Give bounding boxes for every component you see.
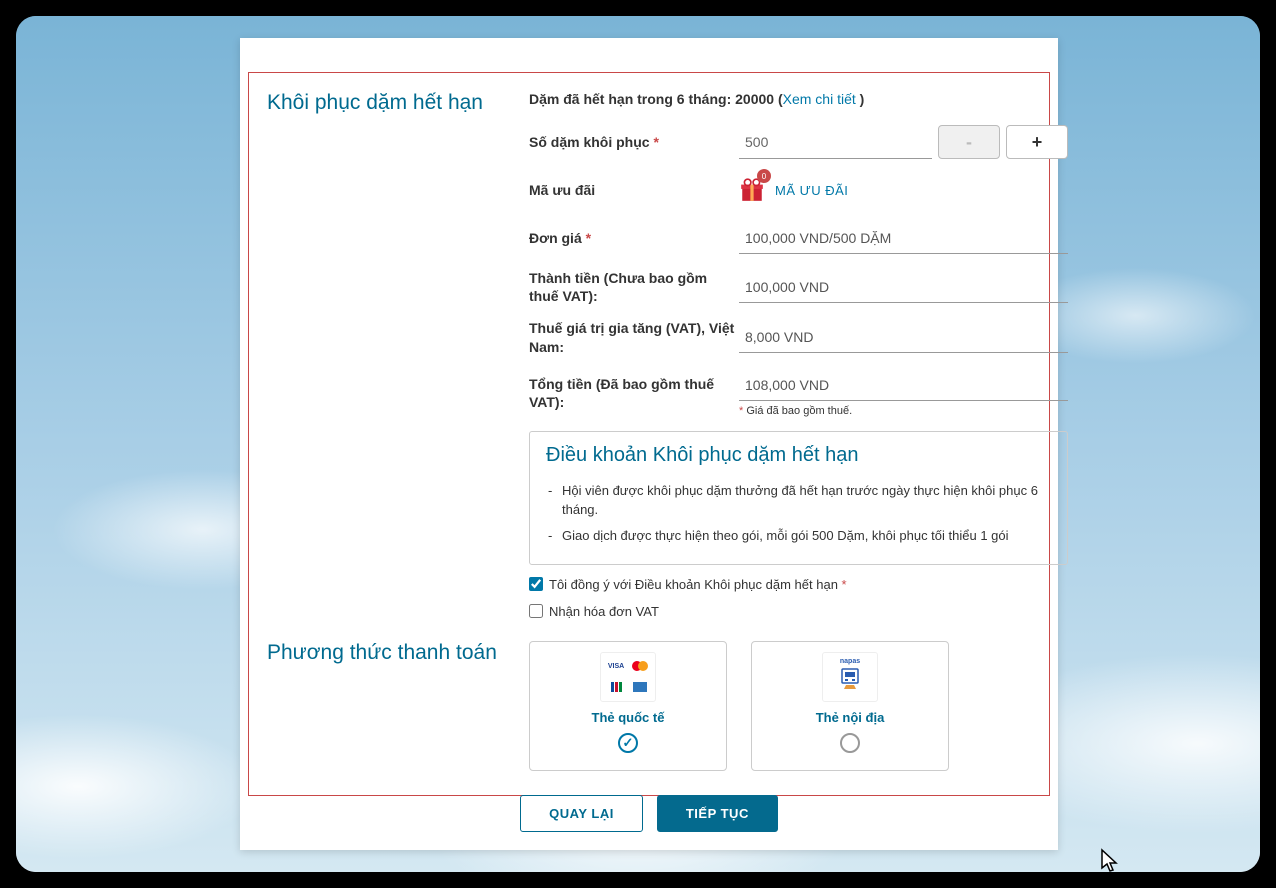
form-container: Khôi phục dặm hết hạn Dặm đã hết hạn tro… [248, 72, 1050, 796]
unit-price-label: Đơn giá * [529, 229, 739, 247]
section-title: Khôi phục dặm hết hạn [267, 91, 517, 115]
back-button[interactable]: QUAY LẠI [520, 795, 643, 832]
payment-option-domestic[interactable]: napas Thẻ nội địa [751, 641, 949, 771]
vat-value: 8,000 VND [739, 322, 1068, 353]
card-logos-icon: VISA [600, 652, 656, 702]
agree-label: Tôi đồng ý với Điều khoản Khôi phục dặm … [549, 577, 847, 592]
vat-invoice-checkbox[interactable] [529, 604, 543, 618]
detail-link[interactable]: Xem chi tiết [783, 91, 856, 107]
radio-unchecked-icon [840, 733, 860, 753]
terms-box: Điều khoản Khôi phục dặm hết hạn Hội viê… [529, 431, 1068, 565]
expired-miles-header: Dặm đã hết hạn trong 6 tháng: 20000 (Xem… [529, 91, 1068, 107]
price-note: * Giá đã bao gồm thuế. [739, 405, 1068, 417]
quantity-label: Số dặm khôi phục * [529, 133, 739, 151]
quantity-input[interactable] [739, 125, 932, 159]
promo-label: Mã ưu đãi [529, 181, 739, 199]
terms-item: Giao dịch được thực hiện theo gói, mỗi g… [562, 526, 1051, 546]
terms-title: Điều khoản Khôi phục dặm hết hạn [546, 444, 1051, 467]
agree-checkbox[interactable] [529, 577, 543, 591]
vat-label: Thuế giá trị gia tăng (VAT), Việt Nam: [529, 319, 739, 355]
terms-item: Hội viên được khôi phục dặm thưởng đã hế… [562, 481, 1051, 520]
promo-code-link[interactable]: MÃ ƯU ĐÃI [775, 183, 848, 198]
subtotal-value: 100,000 VND [739, 272, 1068, 303]
subtotal-label: Thành tiền (Chưa bao gồm thuế VAT): [529, 269, 739, 305]
main-panel: Khôi phục dặm hết hạn Dặm đã hết hạn tro… [240, 38, 1058, 850]
payment-label: Thẻ quốc tế [592, 710, 665, 725]
unit-price-value: 100,000 VND/500 DẶM [739, 223, 1068, 254]
vat-invoice-label: Nhận hóa đơn VAT [549, 604, 659, 619]
payment-option-international[interactable]: VISA Thẻ quốc tế [529, 641, 727, 771]
payment-label: Thẻ nội địa [816, 710, 885, 725]
payment-title: Phương thức thanh toán [267, 641, 517, 665]
gift-icon: 0 [739, 177, 765, 203]
continue-button[interactable]: TIẾP TỤC [657, 795, 778, 832]
radio-checked-icon [618, 733, 638, 753]
total-label: Tổng tiền (Đã bao gồm thuế VAT): [529, 375, 739, 411]
expired-miles-amount: 20000 [735, 91, 774, 107]
total-value: 108,000 VND [739, 370, 1068, 401]
napas-icon: napas [822, 652, 878, 702]
increase-button[interactable]: + [1006, 125, 1068, 159]
decrease-button[interactable]: - [938, 125, 1000, 159]
promo-badge: 0 [757, 169, 771, 183]
